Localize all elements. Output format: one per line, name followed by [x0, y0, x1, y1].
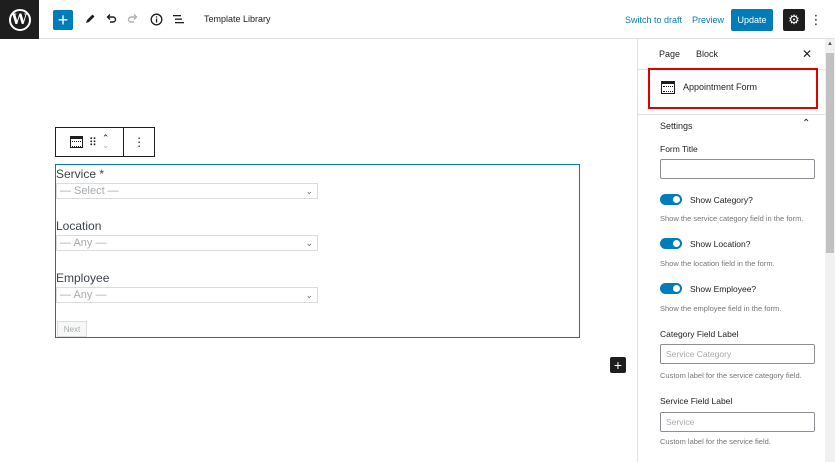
redo-button[interactable]	[123, 9, 143, 29]
block-options-button[interactable]: ⋮	[124, 128, 154, 156]
editor-top-bar: W + Template Library Switch to draft Pre…	[0, 0, 835, 39]
service-label: Service *	[56, 167, 105, 181]
wordpress-logo-icon: W	[8, 8, 31, 31]
wordpress-logo-button[interactable]: W	[0, 0, 39, 39]
redo-icon	[127, 14, 138, 23]
employee-select-value: — Any —	[60, 289, 107, 301]
sidebar-tabs: Page Block ✕	[638, 39, 825, 70]
chevron-down-icon: ⌄	[305, 237, 313, 248]
block-mover: ⌃ ⌄	[102, 134, 110, 150]
location-select[interactable]: — Any — ⌄	[56, 235, 318, 251]
employee-label: Employee	[56, 271, 110, 285]
list-view-button[interactable]	[168, 9, 188, 29]
scroll-up-icon[interactable]: ▲	[825, 41, 835, 51]
vertical-ellipsis-icon: ⋮	[809, 12, 823, 27]
sidebar-scrollbar[interactable]: ▲	[825, 39, 835, 462]
block-toolbar: ⠿ ⌃ ⌄ ⋮	[55, 127, 155, 157]
vertical-ellipsis-icon: ⋮	[133, 135, 146, 149]
tab-block[interactable]: Block	[696, 49, 718, 59]
scrollbar-thumb[interactable]	[826, 53, 834, 253]
switch-to-draft-button[interactable]: Switch to draft	[625, 15, 682, 25]
settings-button[interactable]: ⚙	[783, 9, 805, 31]
category-field-label-title: Category Field Label	[660, 329, 739, 339]
form-title-label: Form Title	[660, 144, 698, 154]
form-title-input[interactable]	[660, 159, 815, 179]
close-sidebar-button[interactable]: ✕	[802, 47, 812, 61]
chevron-up-icon[interactable]: ⌃	[802, 118, 810, 129]
show-employee-help: Show the employee field in the form.	[660, 304, 782, 313]
undo-button[interactable]	[101, 9, 121, 29]
settings-sidebar: Page Block ✕ Appointment Form Settings ⌃…	[637, 39, 825, 462]
tab-page[interactable]: Page	[659, 49, 680, 59]
show-category-help: Show the service category field in the f…	[660, 214, 804, 223]
calendar-icon	[661, 81, 675, 94]
category-field-help: Custom label for the service category fi…	[660, 371, 802, 380]
show-employee-toggle[interactable]	[660, 283, 682, 294]
settings-panel-toggle[interactable]: Settings	[660, 121, 693, 131]
service-select-value: — Select —	[60, 185, 119, 197]
editor-canvas: ⠿ ⌃ ⌄ ⋮ Service * — Select — ⌄ Location …	[0, 39, 637, 462]
service-input-placeholder: Service	[666, 417, 695, 427]
add-block-inline-button[interactable]: +	[610, 357, 626, 373]
close-icon: ✕	[802, 47, 813, 61]
drag-handle-icon[interactable]: ⠿	[89, 136, 97, 149]
next-button[interactable]: Next	[57, 321, 87, 337]
undo-icon	[106, 14, 117, 23]
location-label: Location	[56, 219, 102, 233]
document-title[interactable]: Template Library	[204, 14, 271, 24]
service-field-label-title: Service Field Label	[660, 396, 733, 406]
options-menu-button[interactable]: ⋮	[809, 10, 823, 30]
edit-tool-button[interactable]	[80, 9, 100, 29]
show-location-label: Show Location?	[690, 239, 751, 249]
chevron-down-icon: ⌄	[305, 185, 313, 196]
gear-icon: ⚙	[788, 12, 800, 27]
block-card-title: Appointment Form	[683, 82, 758, 92]
service-select[interactable]: — Select — ⌄	[56, 183, 318, 199]
preview-button[interactable]: Preview	[692, 15, 724, 25]
show-location-toggle[interactable]	[660, 238, 682, 249]
service-field-help: Custom label for the service field.	[660, 437, 771, 446]
update-button[interactable]: Update	[731, 9, 773, 31]
info-icon	[150, 13, 162, 25]
category-input-placeholder: Service Category	[666, 349, 732, 359]
show-location-help: Show the location field in the form.	[660, 259, 775, 268]
show-category-toggle[interactable]	[660, 194, 682, 205]
employee-select[interactable]: — Any — ⌄	[56, 287, 318, 303]
pencil-icon	[86, 14, 95, 23]
calendar-icon[interactable]	[69, 136, 83, 148]
category-field-label-input[interactable]: Service Category	[660, 344, 815, 364]
move-down-icon[interactable]: ⌄	[102, 141, 110, 150]
details-button[interactable]	[146, 9, 166, 29]
show-employee-label: Show Employee?	[690, 284, 757, 294]
service-field-label-input[interactable]: Service	[660, 412, 815, 432]
list-view-icon	[172, 15, 184, 24]
appointment-form-block[interactable]: Service * — Select — ⌄ Location — Any — …	[55, 164, 580, 338]
show-category-label: Show Category?	[690, 195, 753, 205]
location-select-value: — Any —	[60, 237, 107, 249]
chevron-down-icon: ⌄	[305, 289, 313, 300]
block-toolbar-main: ⠿ ⌃ ⌄	[56, 128, 125, 156]
add-block-button[interactable]: +	[53, 10, 73, 30]
